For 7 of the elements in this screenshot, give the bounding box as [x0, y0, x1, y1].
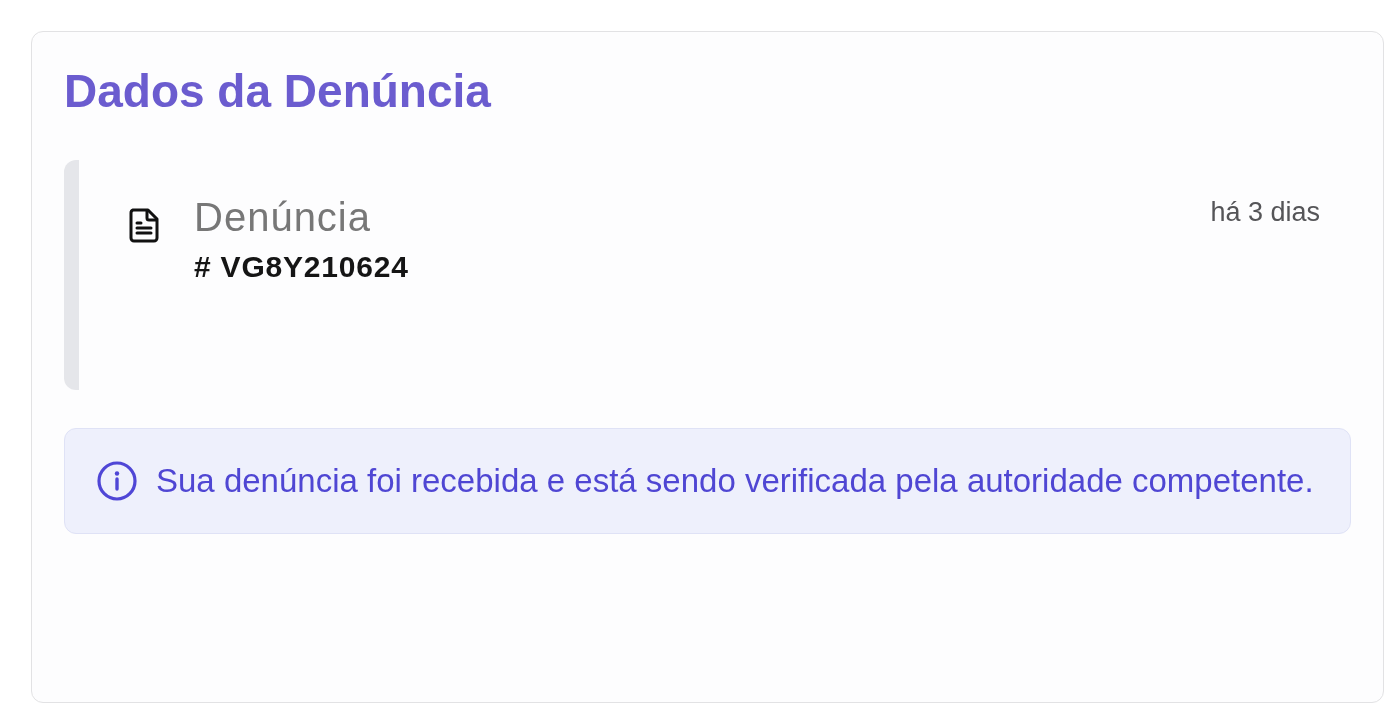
alert-message: Sua denúncia foi recebida e está sendo verificada pela autoridade competente.: [156, 462, 1314, 500]
entry-title: Denúncia: [194, 194, 371, 240]
entry-time: há 3 dias: [1210, 196, 1320, 228]
entry-code: # VG8Y210624: [194, 250, 409, 284]
info-icon: [97, 461, 137, 501]
section-title: Dados da Denúncia: [64, 64, 491, 118]
document-icon: [129, 208, 159, 243]
